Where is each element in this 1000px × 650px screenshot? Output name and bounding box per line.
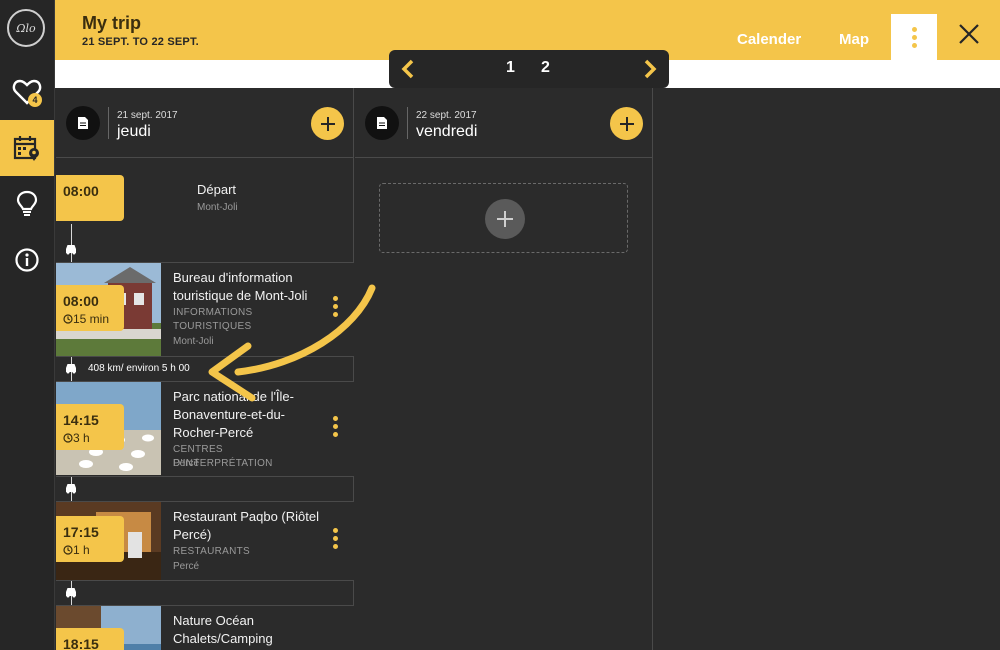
page-number-2[interactable]: 2 — [541, 59, 550, 77]
activity-menu-button[interactable] — [330, 296, 340, 317]
activity-title: Parc national de l'Île-Bonaventure-et-du… — [173, 389, 294, 440]
duration: 3 h — [63, 431, 124, 445]
more-dot — [911, 34, 917, 40]
duration-value: 1 h — [73, 543, 90, 557]
time-value: 08:00 — [63, 183, 99, 199]
day-header: 21 sept. 2017 jeudi — [56, 88, 354, 158]
travel-row — [56, 581, 354, 605]
trip-dates: 21 SEPT. TO 22 SEPT. — [82, 36, 199, 48]
add-activity-slot-button[interactable] — [485, 199, 525, 239]
day-date: 22 sept. 2017 — [416, 110, 477, 121]
sidebar-item-favorites[interactable]: 4 — [0, 64, 54, 120]
activity-title: Bureau d'information touristique de Mont… — [173, 270, 308, 303]
page-switcher: 1 2 — [389, 50, 669, 88]
time-value: 17:15 — [63, 524, 99, 540]
more-options-button[interactable] — [891, 14, 937, 60]
itinerary-card[interactable]: 08:00 15 min Bureau d'information touris… — [56, 262, 354, 357]
favorites-count-badge: 4 — [28, 93, 42, 107]
sidebar-item-info[interactable] — [0, 232, 54, 288]
duration-value: 15 min — [73, 312, 110, 326]
activity-city: Percé — [173, 458, 200, 469]
car-icon — [66, 588, 76, 598]
travel-row — [56, 477, 354, 501]
calendar-pin-icon — [13, 136, 39, 161]
chevron-right-icon[interactable] — [639, 58, 661, 80]
day-column-2: 22 sept. 2017 vendredi — [355, 88, 653, 650]
add-activity-button[interactable] — [610, 107, 643, 140]
travel-row: 408 km/ environ 5 h 00 — [56, 357, 354, 381]
map-link[interactable]: Map — [839, 31, 869, 48]
add-activity-button[interactable] — [311, 107, 344, 140]
time-badge: 17:15 1 h — [56, 516, 124, 562]
day-column-1: 21 sept. 2017 jeudi 08:00 Départ Mont-Jo… — [56, 88, 354, 650]
chevron-left-icon[interactable] — [397, 58, 419, 80]
more-dot — [911, 42, 917, 48]
divider — [108, 107, 109, 139]
more-dot — [911, 26, 917, 32]
departure-city: Mont-Joli — [197, 202, 238, 213]
duration: 1 h — [63, 543, 124, 557]
divider — [407, 107, 408, 139]
activity-city: Percé — [173, 561, 200, 572]
time-value: 14:15 — [63, 412, 99, 428]
duration: 15 min — [63, 312, 124, 326]
itinerary-card[interactable]: 18:15 Nature Océan Chalets/Camping — [56, 605, 354, 650]
sidebar-item-calendar[interactable] — [0, 120, 54, 176]
day-date: 21 sept. 2017 — [117, 110, 178, 121]
time-badge: 08:00 — [56, 175, 124, 221]
plus-icon — [320, 116, 335, 131]
logo[interactable]: Ωlo — [7, 9, 45, 47]
logo-text: Ωlo — [16, 21, 36, 35]
day-header: 22 sept. 2017 vendredi — [355, 88, 653, 158]
clock-icon — [63, 314, 73, 324]
plus-icon — [497, 211, 513, 227]
sidebar: Ωlo 4 — [0, 0, 55, 650]
sidebar-item-ideas[interactable] — [0, 176, 54, 232]
time-value: 08:00 — [63, 293, 99, 309]
document-icon[interactable] — [365, 106, 399, 140]
travel-distance: 408 km/ environ 5 h 00 — [88, 363, 190, 374]
page-number-1[interactable]: 1 — [506, 59, 515, 77]
activity-category: RESTAURANTS — [173, 546, 251, 557]
activity-title: Restaurant Paqbo (Riôtel Percé) — [173, 509, 319, 542]
departure-label: Départ — [197, 182, 237, 197]
close-icon[interactable] — [955, 20, 983, 48]
empty-activity-slot[interactable] — [379, 183, 628, 253]
clock-icon — [63, 433, 73, 443]
lightbulb-icon — [16, 190, 38, 216]
app-root: Ωlo 4 My trip 21 SEPT. TO 22 SEPT. Calen… — [0, 0, 1000, 650]
clock-icon — [63, 545, 73, 555]
info-icon — [15, 248, 39, 272]
time-badge: 08:00 15 min — [56, 285, 124, 331]
plus-icon — [619, 116, 634, 131]
activity-category: INFORMATIONS TOURISTIQUES — [173, 307, 253, 332]
car-icon — [66, 364, 76, 374]
departure-row[interactable]: 08:00 Départ Mont-Joli — [56, 159, 354, 238]
time-value: 18:15 — [63, 636, 99, 650]
calendar-link[interactable]: Calender — [737, 31, 801, 48]
activity-menu-button[interactable] — [330, 528, 340, 549]
travel-row — [56, 238, 354, 262]
car-icon — [66, 484, 76, 494]
duration-value: 3 h — [73, 431, 90, 445]
day-name: jeudi — [117, 123, 151, 140]
activity-title: Nature Océan Chalets/Camping — [173, 613, 273, 646]
time-badge: 18:15 — [56, 628, 124, 650]
itinerary-card[interactable]: 17:15 1 h Restaurant Paqbo (Riôtel Percé… — [56, 501, 354, 581]
day-name: vendredi — [416, 123, 478, 140]
activity-city: Mont-Joli — [173, 336, 214, 347]
time-badge: 14:15 3 h — [56, 404, 124, 450]
activity-menu-button[interactable] — [330, 416, 340, 437]
car-icon — [66, 245, 76, 255]
document-icon[interactable] — [66, 106, 100, 140]
page-title: My trip — [82, 13, 142, 33]
itinerary-card[interactable]: 14:15 3 h Parc national de l'Île-Bonaven… — [56, 381, 354, 477]
